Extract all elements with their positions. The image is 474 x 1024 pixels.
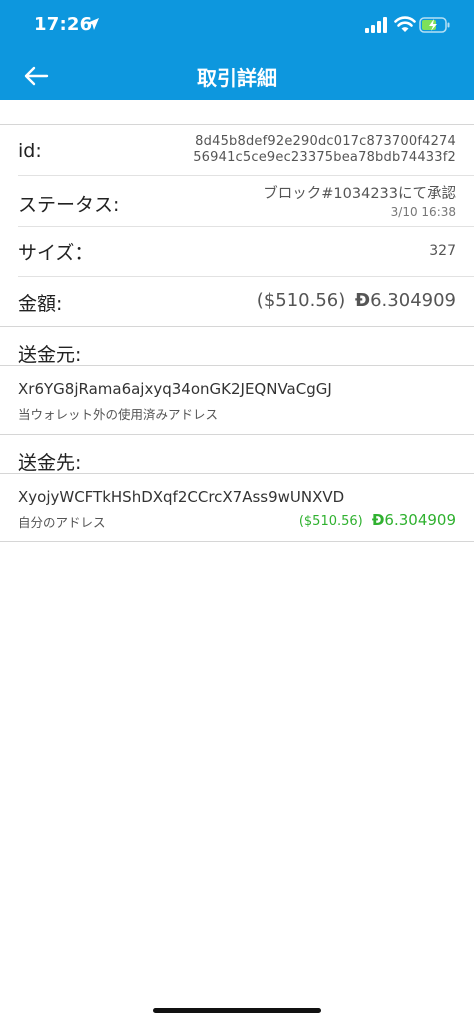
status-value-group: ブロック#1034233にて承認 3/10 16:38 <box>263 182 456 219</box>
status-row: ステータス: ブロック#1034233にて承認 3/10 16:38 <box>0 176 474 226</box>
sender-address: Xr6YG8jRama6ajxyq34onGK2JEQNVaCgGJ <box>18 380 332 398</box>
amount-label: 金額: <box>18 293 63 315</box>
recipient-amount-dash: 6.304909 <box>384 511 456 529</box>
status-bar: 17:26 <box>0 0 474 52</box>
divider <box>0 434 474 435</box>
amount-value-group: ($510.56) Ð6.304909 <box>257 290 456 311</box>
id-row: id: 8d45b8def92e290dc017c873700f4274 569… <box>0 126 474 176</box>
recipient-address: XyojyWCFTkHShDXqf2CCrcX7Ass9wUNXVD <box>18 488 345 506</box>
page-title: 取引詳細 <box>197 66 277 90</box>
divider <box>0 326 474 327</box>
transaction-id[interactable]: 8d45b8def92e290dc017c873700f4274 56941c5… <box>193 134 456 166</box>
divider <box>0 541 474 542</box>
home-indicator[interactable] <box>153 1008 321 1013</box>
divider <box>0 365 474 366</box>
size-value: 327 <box>429 243 456 259</box>
sender-note: 当ウォレット外の使用済みアドレス <box>18 407 219 422</box>
sender-header: 送金元: <box>18 344 82 366</box>
navigation-bar: 取引詳細 <box>0 52 474 100</box>
amount-usd: ($510.56) <box>256 290 346 311</box>
wifi-icon <box>394 16 416 32</box>
transaction-detail-screen: 17:26 取引詳細 id: 8d45b8def92e290dc017c8737… <box>0 0 474 1024</box>
size-row: サイズ： 327 <box>0 227 474 277</box>
cellular-signal-icon <box>365 17 387 33</box>
recipient-amount-usd: ($510.56) <box>298 514 363 529</box>
recipient-header: 送金先: <box>18 452 82 474</box>
app-header: 17:26 取引詳細 <box>0 0 474 100</box>
dash-currency-icon: Ð <box>371 511 385 529</box>
recipient-amount-group: ($510.56) Ð6.304909 <box>299 510 456 529</box>
divider <box>0 124 474 125</box>
divider <box>0 473 474 474</box>
id-label: id: <box>18 140 42 162</box>
recipient-note: 自分のアドレス <box>18 515 106 530</box>
status-time: 17:26 <box>34 14 93 35</box>
amount-dash: 6.304909 <box>370 290 456 311</box>
transaction-id-line2: 56941c5ce9ec23375bea78bdb74433f2 <box>193 150 456 165</box>
transaction-id-line1: 8d45b8def92e290dc017c873700f4274 <box>195 134 456 149</box>
location-arrow-icon <box>87 18 99 30</box>
amount-row: 金額: ($510.56) Ð6.304909 <box>0 277 474 327</box>
battery-charging-icon <box>419 17 450 33</box>
dash-currency-icon: Ð <box>355 290 371 311</box>
status-label: ステータス: <box>18 194 120 216</box>
size-label: サイズ： <box>18 242 94 264</box>
status-value: ブロック#1034233にて承認 <box>263 186 456 202</box>
status-date: 3/10 16:38 <box>390 205 456 219</box>
